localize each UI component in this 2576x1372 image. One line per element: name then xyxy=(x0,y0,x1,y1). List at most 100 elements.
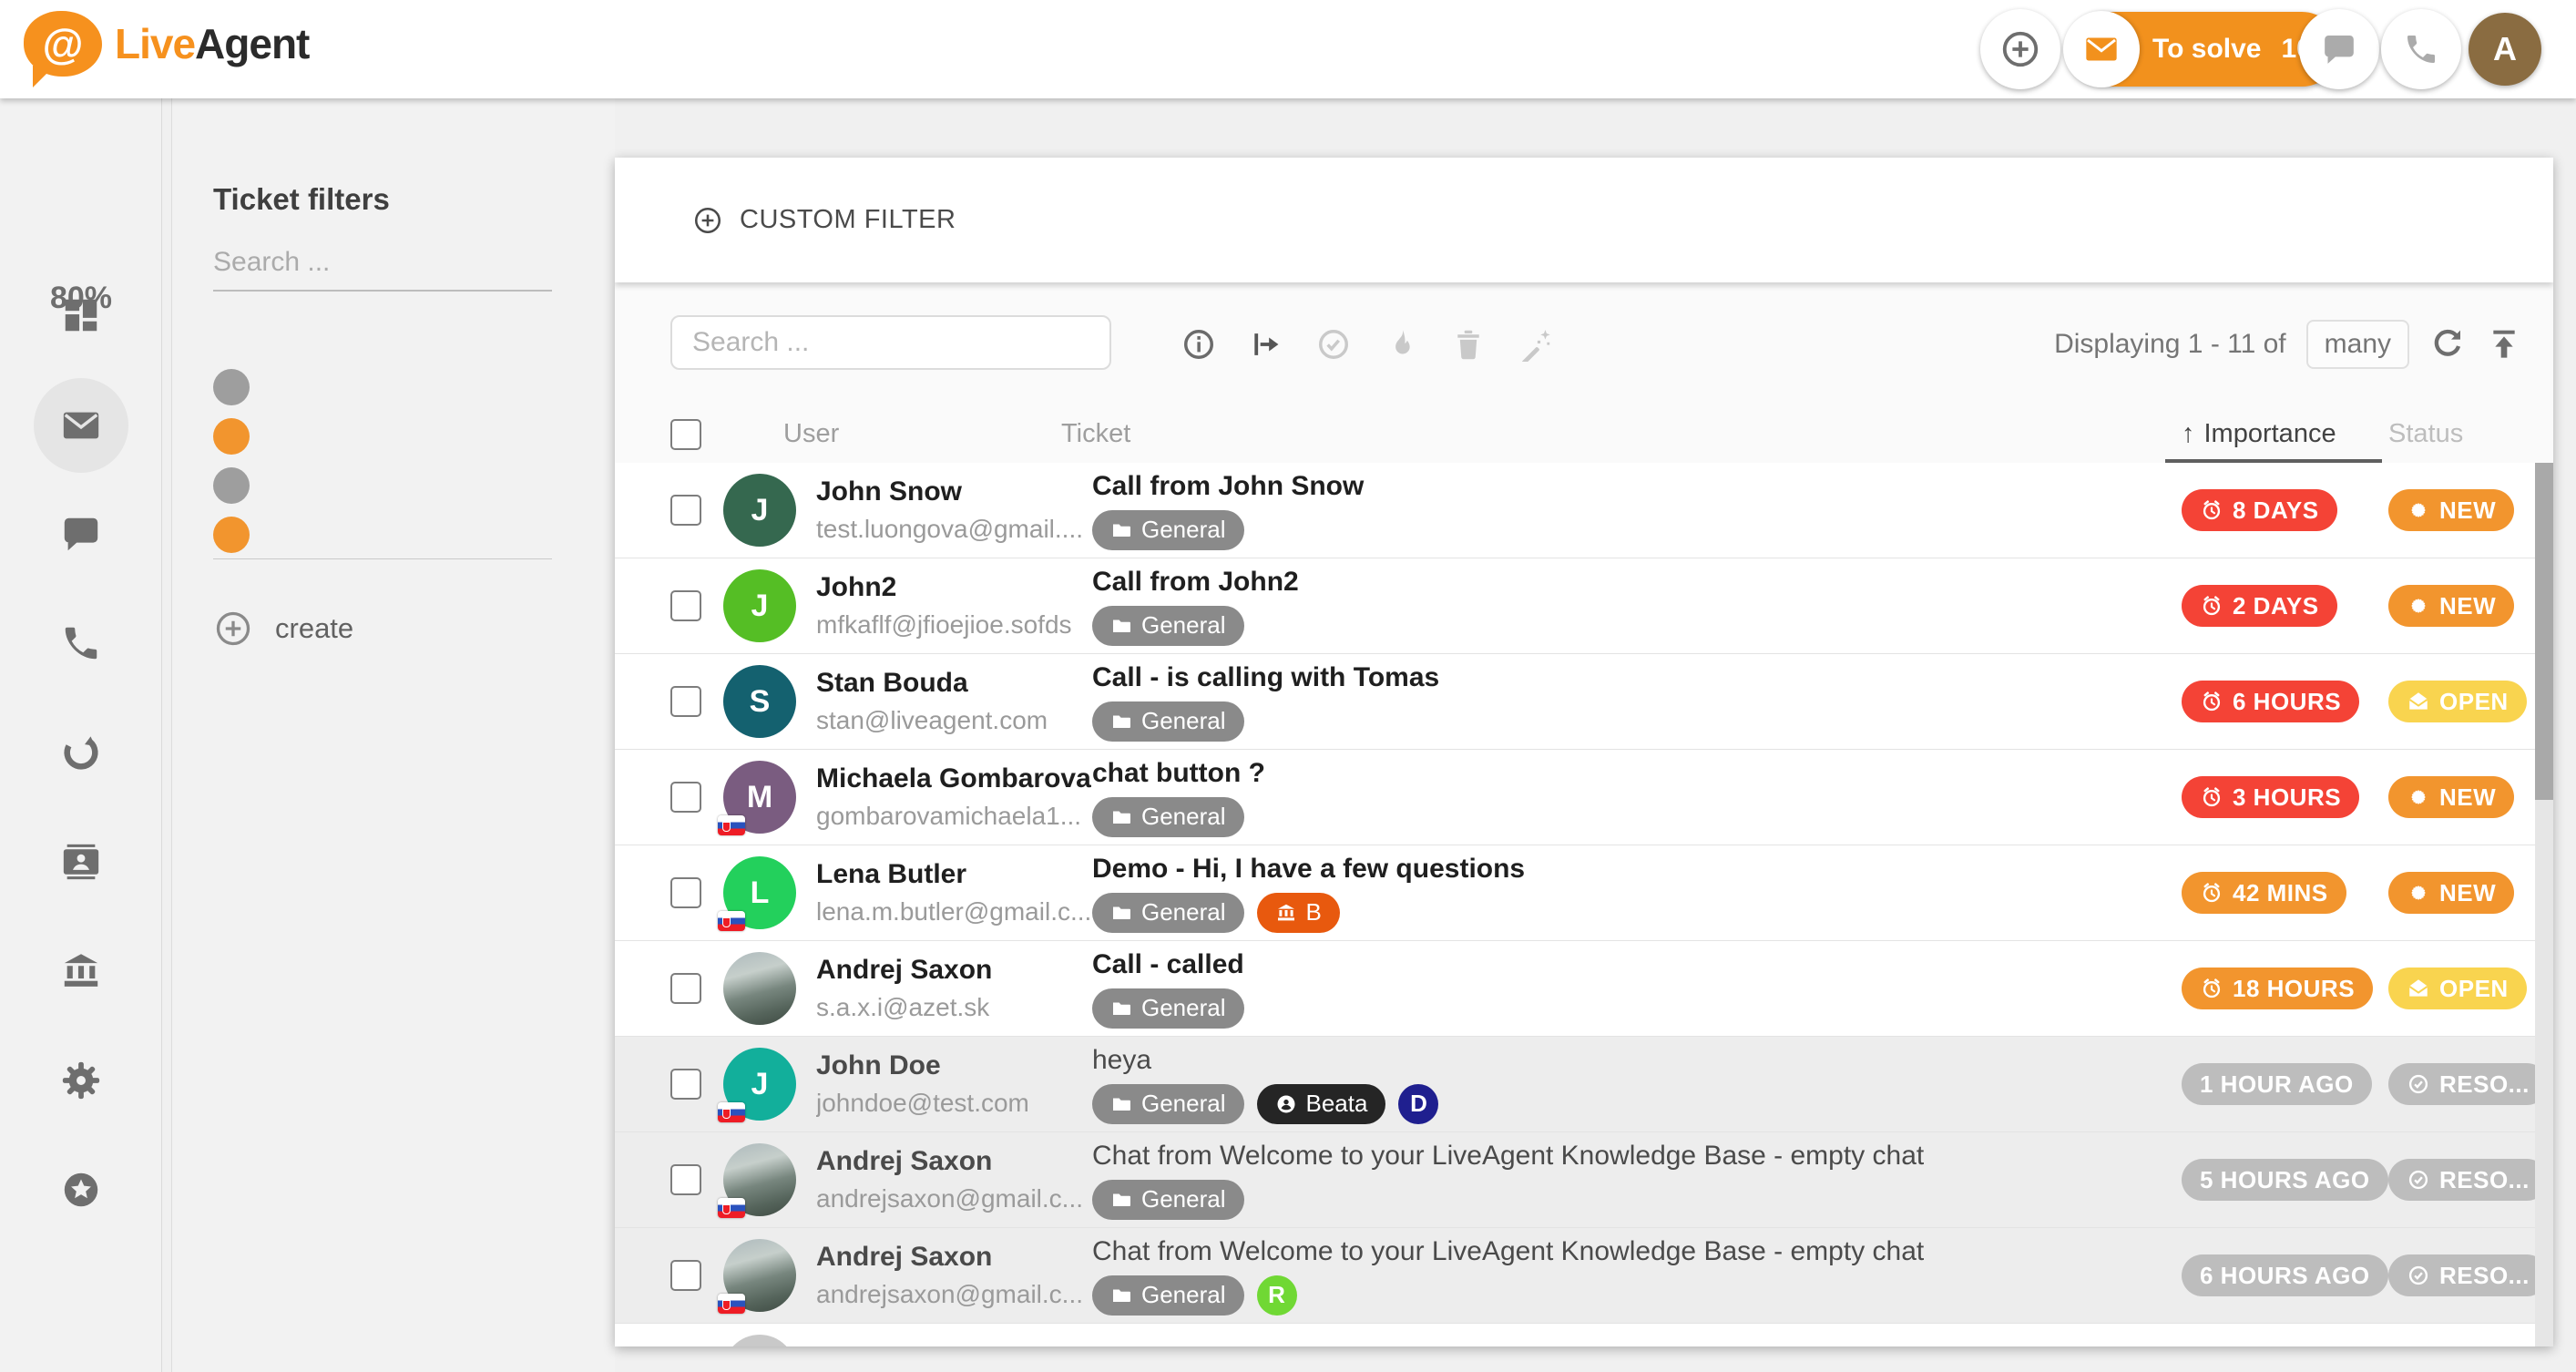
row-checkbox[interactable] xyxy=(670,1260,701,1291)
table-row[interactable]: M Michaela Gombarova gombarovamichaela1...… xyxy=(615,750,2553,845)
ticket-cell[interactable]: Demo - Hi, I have a few questions General… xyxy=(1092,854,2182,933)
spam-flame-icon[interactable] xyxy=(1384,327,1418,362)
row-checkbox[interactable] xyxy=(670,877,701,908)
create-filter-button[interactable]: create xyxy=(213,609,353,649)
magic-wand-icon[interactable] xyxy=(1518,327,1553,362)
filters-search-input[interactable] xyxy=(213,235,552,292)
department-tag[interactable]: General xyxy=(1092,988,1244,1029)
top-header: @ LiveAgent To solve 10 A xyxy=(0,0,2576,98)
info-icon[interactable] xyxy=(1181,327,1216,362)
ticket-cell[interactable]: Call from John Snow General xyxy=(1092,471,2182,550)
ticket-cell[interactable]: Call - is calling with Tomas General xyxy=(1092,662,2182,742)
table-row[interactable]: J John Snow test.luongova@gmail.... Call fr… xyxy=(615,463,2553,558)
ticket-cell[interactable]: chat button ? General xyxy=(1092,758,2182,837)
filters-divider xyxy=(213,558,552,559)
department-tag[interactable]: General xyxy=(1092,1275,1244,1316)
sidebar-item-calls[interactable] xyxy=(34,596,128,691)
row-checkbox[interactable] xyxy=(670,495,701,526)
table-row[interactable]: Andrej Saxon andrejsaxon@gmail.c... Chat f… xyxy=(615,1132,2553,1228)
select-all-checkbox[interactable] xyxy=(670,418,701,450)
filter-item-assigned-to-me[interactable] xyxy=(213,363,578,412)
scrollbar-track[interactable] xyxy=(2535,463,2553,1346)
scrollbar-thumb[interactable] xyxy=(2535,463,2553,800)
sidebar-item-chats[interactable] xyxy=(34,486,128,581)
department-tag[interactable]: General xyxy=(1092,509,1244,550)
agent-initial-tag[interactable]: D xyxy=(1398,1083,1439,1124)
company-tag[interactable]: B xyxy=(1256,892,1340,933)
department-tag[interactable]: General xyxy=(1092,1083,1244,1124)
ticket-cell[interactable]: Call from John2 General xyxy=(1092,567,2182,646)
list-toolbar: Displaying 1 - 11 of many xyxy=(615,282,2553,405)
sidebar-item-reports[interactable] xyxy=(34,705,128,800)
department-tag[interactable]: General xyxy=(1092,701,1244,742)
importance-pill: 42 MINS xyxy=(2182,872,2346,914)
refresh-list-icon[interactable] xyxy=(2429,326,2466,363)
agent-initial-tag[interactable]: R xyxy=(1256,1275,1297,1316)
sort-arrow-icon: ↑ xyxy=(2182,419,2195,448)
status-cell: NEW xyxy=(2388,585,2553,627)
row-checkbox[interactable] xyxy=(670,1164,701,1195)
user-email: johndoe@test.com xyxy=(816,1089,1029,1117)
resolve-check-icon[interactable] xyxy=(1316,327,1351,362)
user-email: andrejsaxon@gmail.c... xyxy=(816,1184,1084,1213)
export-up-icon[interactable] xyxy=(2486,326,2522,363)
department-tag[interactable]: General xyxy=(1092,605,1244,646)
department-tag[interactable]: General xyxy=(1092,1179,1244,1220)
column-user[interactable]: User xyxy=(783,419,1061,449)
agent-tag[interactable]: Beata xyxy=(1256,1083,1386,1124)
table-row[interactable]: J John Doe johndoe@test.com heya General Beat… xyxy=(615,1037,2553,1132)
ticket-search-input[interactable] xyxy=(670,315,1111,370)
importance-cell: 18 HOURS xyxy=(2182,968,2388,1009)
row-checkbox[interactable] xyxy=(670,686,701,717)
user-avatar[interactable]: A xyxy=(2469,13,2541,86)
filter-item-vip1[interactable] xyxy=(213,510,578,559)
ticket-tags: General xyxy=(1092,1179,2182,1220)
calls-button[interactable] xyxy=(2381,9,2461,89)
sidebar-item-departments[interactable] xyxy=(34,924,128,1019)
liveagent-logo[interactable]: @ LiveAgent xyxy=(24,11,310,87)
sidebar-item-dashboard[interactable] xyxy=(34,268,128,363)
ticket-subject: Call from John2 xyxy=(1092,566,1299,597)
department-tag[interactable]: General xyxy=(1092,796,1244,837)
ticket-cell[interactable]: Call - called General xyxy=(1092,949,2182,1029)
total-count-box[interactable]: many xyxy=(2305,319,2409,369)
table-row[interactable]: J John2 mfkaflf@jfioejioe.sofds Call from J… xyxy=(615,558,2553,654)
ticket-cell[interactable]: Chat from Welcome to your LiveAgent Know… xyxy=(1092,1141,2182,1220)
sidebar-item-contacts[interactable] xyxy=(34,814,128,909)
status-cell: RESO... xyxy=(2388,1159,2553,1201)
column-ticket[interactable]: Ticket xyxy=(1061,419,2182,449)
column-status[interactable]: Status xyxy=(2388,419,2553,449)
user-name: Stan Bouda xyxy=(816,668,968,698)
row-checkbox[interactable] xyxy=(670,590,701,621)
transfer-icon[interactable] xyxy=(1249,327,1283,362)
sidebar-item-gamification[interactable] xyxy=(34,1142,128,1237)
table-row[interactable]: L Lena Butler lena.m.butler@gmail.c... Demo… xyxy=(615,845,2553,941)
ticket-cell[interactable]: Chat from Welcome to your LiveAgent Know… xyxy=(1092,1236,2182,1316)
brand-text: LiveAgent xyxy=(115,19,310,68)
department-tag[interactable]: General xyxy=(1092,892,1244,933)
column-importance[interactable]: ↑ Importance xyxy=(2165,419,2388,465)
table-row[interactable]: Andrej SaxonManual created ticket to tes… xyxy=(615,1324,2553,1346)
importance-pill: 5 HOURS AGO xyxy=(2182,1159,2388,1201)
row-checkbox[interactable] xyxy=(670,1069,701,1100)
trash-icon[interactable] xyxy=(1451,327,1486,362)
custom-filter-button[interactable]: CUSTOM FILTER xyxy=(692,205,956,236)
filter-item-vip[interactable] xyxy=(213,461,578,510)
chats-button[interactable] xyxy=(2299,9,2379,89)
ticket-tags: General B xyxy=(1092,892,2182,933)
to-solve-button[interactable]: To solve 10 xyxy=(2063,11,2339,87)
ticket-cell[interactable]: heya General Beata D xyxy=(1092,1045,2182,1124)
table-row[interactable]: Andrej Saxon andrejsaxon@gmail.c... Chat f… xyxy=(615,1228,2553,1324)
table-row[interactable]: S Stan Bouda stan@liveagent.com Call - is c… xyxy=(615,654,2553,750)
row-checkbox[interactable] xyxy=(670,782,701,813)
slovakia-flag-icon xyxy=(718,1198,745,1218)
sidebar-item-settings[interactable] xyxy=(34,1033,128,1128)
filter-count-badge xyxy=(213,467,250,504)
row-checkbox[interactable] xyxy=(670,973,701,1004)
sidebar-item-tickets[interactable] xyxy=(34,378,128,473)
table-row[interactable]: Andrej Saxon s.a.x.i@azet.sk Call - called… xyxy=(615,941,2553,1037)
new-seal-icon xyxy=(2411,599,2426,613)
filter-item-all[interactable] xyxy=(213,412,578,461)
ticket-subject: Call from John Snow xyxy=(1092,470,1365,501)
add-button[interactable] xyxy=(1980,9,2060,89)
